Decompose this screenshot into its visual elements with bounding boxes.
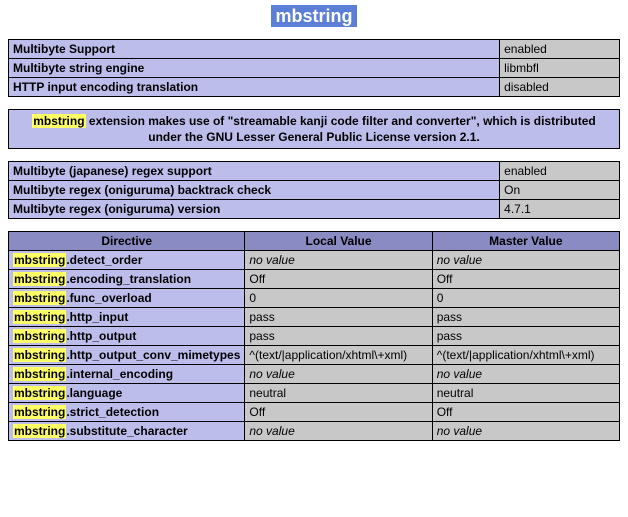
directive-name: mbstring.strict_detection xyxy=(9,403,245,422)
local-value: 0 xyxy=(245,289,432,308)
master-value: ^(text/|application/xhtml\+xml) xyxy=(432,346,619,365)
table-row: Multibyte string enginelibmbfl xyxy=(9,59,620,78)
master-value: no value xyxy=(432,422,619,441)
param-value: disabled xyxy=(500,78,620,97)
param-name: Multibyte regex (oniguruma) version xyxy=(9,200,500,219)
table-row: mbstring.http_outputpasspass xyxy=(9,327,620,346)
directives-table: Directive Local Value Master Value mbstr… xyxy=(8,231,620,441)
directive-highlight: mbstring xyxy=(13,424,66,438)
master-value: 0 xyxy=(432,289,619,308)
table-row: mbstring.encoding_translationOffOff xyxy=(9,270,620,289)
param-name: Multibyte string engine xyxy=(9,59,500,78)
local-value: pass xyxy=(245,308,432,327)
info-table-2: Multibyte (japanese) regex supportenable… xyxy=(8,161,620,219)
directive-name: mbstring.language xyxy=(9,384,245,403)
section-title-text: mbstring xyxy=(271,5,356,27)
header-master-value: Master Value xyxy=(432,232,619,251)
directive-highlight: mbstring xyxy=(13,367,66,381)
table-row: mbstring.http_output_conv_mimetypes^(tex… xyxy=(9,346,620,365)
table-row: mbstring.substitute_characterno valueno … xyxy=(9,422,620,441)
note-cell: mbstring extension makes use of "streama… xyxy=(9,110,620,149)
local-value: ^(text/|application/xhtml\+xml) xyxy=(245,346,432,365)
table-row: mbstring.detect_orderno valueno value xyxy=(9,251,620,270)
table-row: Multibyte (japanese) regex supportenable… xyxy=(9,162,620,181)
directive-name: mbstring.http_input xyxy=(9,308,245,327)
local-value: no value xyxy=(245,422,432,441)
master-value: Off xyxy=(432,270,619,289)
directives-header-row: Directive Local Value Master Value xyxy=(9,232,620,251)
local-value: no value xyxy=(245,251,432,270)
local-value: Off xyxy=(245,403,432,422)
directive-highlight: mbstring xyxy=(13,329,66,343)
table-row: mbstring.strict_detectionOffOff xyxy=(9,403,620,422)
master-value: pass xyxy=(432,327,619,346)
param-value: libmbfl xyxy=(500,59,620,78)
master-value: no value xyxy=(432,251,619,270)
table-row: mbstring.languageneutralneutral xyxy=(9,384,620,403)
header-directive: Directive xyxy=(9,232,245,251)
directive-name: mbstring.substitute_character xyxy=(9,422,245,441)
table-row: Multibyte regex (oniguruma) version4.7.1 xyxy=(9,200,620,219)
param-name: Multibyte regex (oniguruma) backtrack ch… xyxy=(9,181,500,200)
directive-highlight: mbstring xyxy=(13,386,66,400)
master-value: Off xyxy=(432,403,619,422)
master-value: pass xyxy=(432,308,619,327)
header-local-value: Local Value xyxy=(245,232,432,251)
table-row: mbstring.internal_encodingno valueno val… xyxy=(9,365,620,384)
param-value: 4.7.1 xyxy=(500,200,620,219)
note-text: extension makes use of "streamable kanji… xyxy=(86,114,596,144)
table-row: mbstring.func_overload00 xyxy=(9,289,620,308)
param-name: Multibyte Support xyxy=(9,40,500,59)
directive-name: mbstring.encoding_translation xyxy=(9,270,245,289)
directive-name: mbstring.internal_encoding xyxy=(9,365,245,384)
param-name: Multibyte (japanese) regex support xyxy=(9,162,500,181)
directive-name: mbstring.func_overload xyxy=(9,289,245,308)
directive-highlight: mbstring xyxy=(13,348,66,362)
directive-highlight: mbstring xyxy=(13,253,66,267)
table-row: HTTP input encoding translationdisabled xyxy=(9,78,620,97)
local-value: Off xyxy=(245,270,432,289)
directive-highlight: mbstring xyxy=(13,291,66,305)
info-table-1: Multibyte SupportenabledMultibyte string… xyxy=(8,39,620,97)
local-value: no value xyxy=(245,365,432,384)
note-highlight: mbstring xyxy=(32,114,85,128)
param-value: enabled xyxy=(500,162,620,181)
local-value: pass xyxy=(245,327,432,346)
directive-highlight: mbstring xyxy=(13,272,66,286)
directive-name: mbstring.detect_order xyxy=(9,251,245,270)
directive-highlight: mbstring xyxy=(13,310,66,324)
table-row: Multibyte Supportenabled xyxy=(9,40,620,59)
directive-name: mbstring.http_output xyxy=(9,327,245,346)
master-value: no value xyxy=(432,365,619,384)
master-value: neutral xyxy=(432,384,619,403)
directive-name: mbstring.http_output_conv_mimetypes xyxy=(9,346,245,365)
param-value: On xyxy=(500,181,620,200)
param-value: enabled xyxy=(500,40,620,59)
param-name: HTTP input encoding translation xyxy=(9,78,500,97)
directive-highlight: mbstring xyxy=(13,405,66,419)
local-value: neutral xyxy=(245,384,432,403)
section-title: mbstring xyxy=(8,6,620,27)
table-row: Multibyte regex (oniguruma) backtrack ch… xyxy=(9,181,620,200)
note-table: mbstring extension makes use of "streama… xyxy=(8,109,620,149)
table-row: mbstring.http_inputpasspass xyxy=(9,308,620,327)
